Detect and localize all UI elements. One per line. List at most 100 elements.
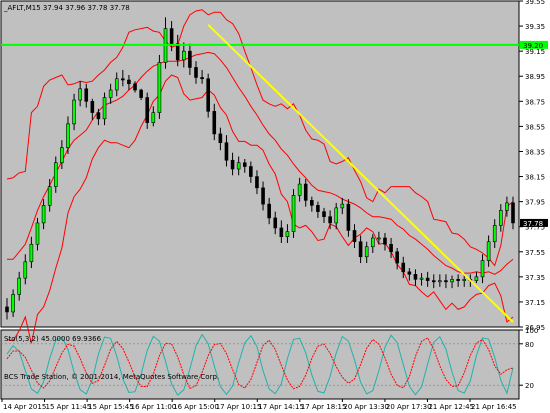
candle-body [352,230,357,243]
main-y-tick-label: 39.55 [525,0,545,6]
main-y-tick-label: 38.35 [525,148,545,156]
candle-body [395,251,399,264]
candle-body [358,241,363,258]
candle-body [139,89,143,98]
stochastic-title: Sto(5,3,2) 45.0000 69.9366 [4,335,102,343]
candle-body [456,279,460,281]
candle-body [419,277,424,280]
candle-body [322,211,326,217]
stochastic-y-tick-label: 80 [525,341,534,349]
candle-body [316,205,320,212]
candle-body [35,222,40,245]
candle-body [175,43,180,61]
candle-body [505,202,509,211]
candle-body [151,112,156,123]
x-tick-label: 17 Apr 10:15 [216,403,262,411]
copyright-footer: BCS Trade Station, © 2001-2014, MetaQuot… [4,373,219,381]
candle-body [370,237,375,248]
chart-canvas: 39.5539.3539.1538.9538.7538.5538.3538.15… [0,0,550,413]
candle-body [249,166,253,177]
candle-body [267,203,271,219]
candle-body [169,28,174,44]
candle-body [291,195,296,233]
candle-body [17,277,21,295]
candle-body [127,79,131,85]
candle-body [474,276,479,281]
candle-body [462,279,467,281]
candle-body [11,294,15,313]
candle-body [407,271,412,275]
candle-body [5,306,9,313]
candle-body [279,227,284,238]
candle-body [72,99,76,125]
x-tick-label: 20 Apr 17:30 [386,403,432,411]
x-tick-label: 16 Apr 11:00 [131,403,177,411]
candle-body [206,78,210,112]
main-plot-area[interactable] [1,1,519,327]
chart-header: _AFLT,M15 37.94 37.96 37.78 37.78 [3,4,130,12]
candle-body [444,280,448,283]
candle-body [401,262,406,273]
candle-body [328,216,332,224]
main-y-tick-label: 39.35 [525,23,545,31]
candle-body [431,280,436,283]
candle-body [230,159,235,170]
candle-body [96,112,101,120]
candle-body [145,97,150,123]
x-tick-label: 17 Apr 18:15 [301,403,347,411]
candle-body [273,217,278,229]
candle-body [90,101,95,113]
x-tick-label: 15 Apr 11:45 [46,403,92,411]
candle-body [425,277,430,281]
candle-body [41,205,46,224]
candle-body [236,162,241,170]
candle-body [108,89,113,98]
candle-body [303,183,308,201]
candle-body [114,78,119,91]
candle-body [261,187,265,205]
x-tick-label: 15 Apr 15:45 [88,403,134,411]
candle-body [60,147,64,164]
candle-body [47,186,52,206]
candle-body [377,237,381,240]
candle-body [499,210,503,226]
main-y-tick-label: 38.15 [525,174,545,182]
main-y-tick-label: 37.95 [525,199,545,207]
level-price-label: 39.20 [523,42,543,50]
current-price-label: 37.78 [523,220,543,228]
candle-body [297,183,302,196]
candle-body [194,67,198,78]
candle-body [133,83,137,91]
stochastic-y-tick-label: 20 [525,382,534,390]
candle-body [242,162,247,167]
candle-body [84,88,89,102]
main-y-tick-label: 38.55 [525,123,545,131]
candle-body [438,280,442,283]
main-y-tick-label: 38.95 [525,73,545,81]
candle-body [413,274,418,280]
main-y-tick-label: 37.35 [525,274,545,282]
candle-body [389,243,393,253]
candle-body [492,225,497,243]
candle-body [181,50,186,61]
candle-body [450,279,454,283]
candle-body [188,50,192,68]
candle-body [53,162,58,187]
candle-body [346,203,351,231]
x-tick-label: 17 Apr 14:15 [258,403,304,411]
candle-body [29,243,34,263]
chart-window: 39.55 39.35 39.15 38.95 38.75 38.55 38.35 38.15… [0,0,550,413]
x-tick-label: 16 Apr 15:00 [173,403,219,411]
x-tick-label: 14 Apr 2015 [3,403,46,411]
candle-body [157,62,162,113]
candle-body [78,88,82,101]
candle-body [383,237,387,245]
main-y-tick-label: 37.55 [525,249,545,257]
candle-body [255,176,259,189]
candle-body [224,142,229,161]
x-tick-label: 21 Apr 16:45 [471,403,517,411]
candle-body [364,246,369,258]
candle-body [200,77,204,80]
candle-body [334,207,339,224]
candle-body [121,78,125,81]
